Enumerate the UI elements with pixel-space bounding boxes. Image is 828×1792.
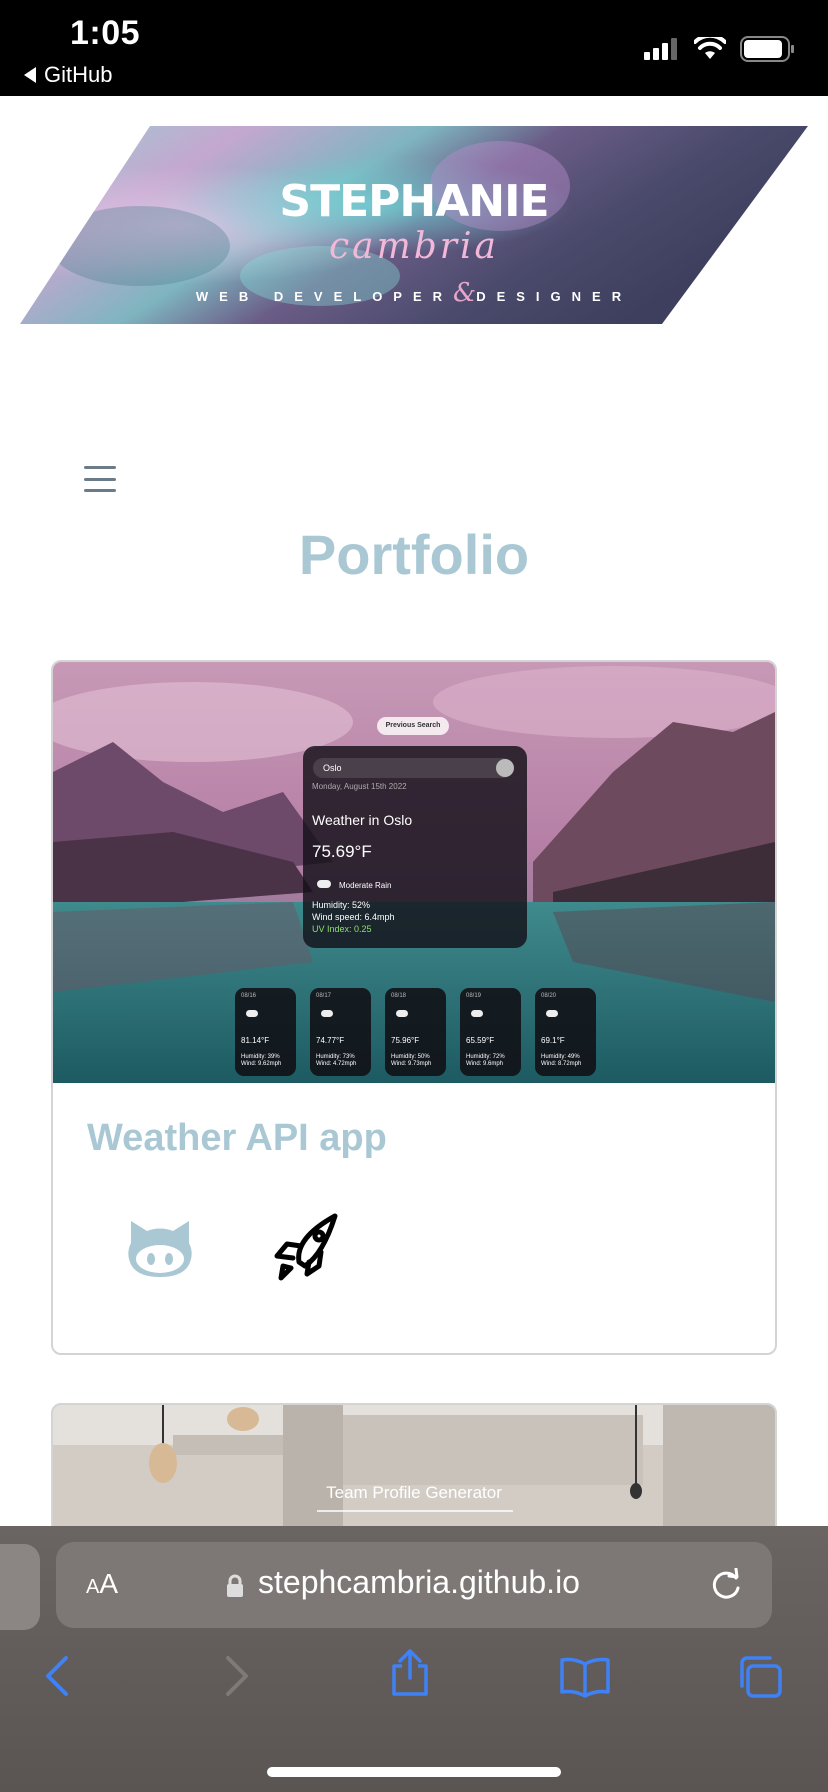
weather-city: Weather in Oslo xyxy=(312,812,413,828)
forecast-temp: 69.1°F xyxy=(541,1036,565,1045)
project-title: Weather API app xyxy=(87,1117,387,1159)
weather-date: Monday, August 15th 2022 xyxy=(312,782,407,791)
forecast-wind: Wind: 9.6mph xyxy=(466,1061,504,1067)
page-title: Portfolio xyxy=(298,523,530,586)
hamburger-menu-icon[interactable] xyxy=(84,466,116,492)
forward-chevron-icon[interactable] xyxy=(222,1654,252,1698)
forecast-wind: Wind: 9.62mph xyxy=(241,1061,282,1067)
weather-uv: UV Index: 0.25 xyxy=(312,924,372,934)
forecast-temp: 75.96°F xyxy=(391,1036,420,1045)
github-icon[interactable] xyxy=(125,1217,195,1281)
aa-small: A xyxy=(86,1576,100,1598)
forecast-date: 08/17 xyxy=(316,993,332,999)
home-indicator xyxy=(267,1767,561,1777)
role-part-1: WEB DEVELOPER xyxy=(195,289,454,304)
forecast-temp: 74.77°F xyxy=(316,1036,345,1045)
caption-underline xyxy=(317,1510,513,1512)
previous-tab-peek[interactable] xyxy=(0,1544,40,1630)
logo-surname: cambria xyxy=(329,226,499,267)
share-icon[interactable] xyxy=(388,1648,432,1698)
logo-role: WEB DEVELOPER&DESIGNER xyxy=(20,278,808,308)
reader-settings-button[interactable]: AA xyxy=(86,1568,118,1600)
aa-large: A xyxy=(99,1568,119,1599)
cloud-icon xyxy=(471,1010,483,1017)
forecast-card: 08/18 75.96°F Humidity: 50% Wind: 9.73mp… xyxy=(385,988,446,1076)
cloud-icon xyxy=(317,880,331,888)
logo-name: STEPHANIE xyxy=(279,176,549,227)
weather-search-field: Oslo xyxy=(313,758,513,778)
cloud-icon xyxy=(546,1010,558,1017)
url-text: stephcambria.github.io xyxy=(258,1564,580,1600)
forecast-temp: 65.59°F xyxy=(466,1036,495,1045)
forecast-date: 08/20 xyxy=(541,993,557,999)
project-preview-image[interactable]: Previous Search Oslo Monday, August 15th… xyxy=(53,662,775,1083)
address-bar[interactable]: AA stephcambria.github.io xyxy=(56,1542,772,1628)
project-card: Previous Search Oslo Monday, August 15th… xyxy=(51,660,777,1355)
role-ampersand: & xyxy=(453,278,477,308)
wifi-icon xyxy=(694,37,726,59)
forecast-temp: 81.14°F xyxy=(241,1036,270,1045)
status-icons xyxy=(644,36,796,62)
forecast-card: 08/20 69.1°F Humidity: 49% Wind: 8.72mph xyxy=(535,988,596,1076)
back-to-app-button[interactable]: GitHub xyxy=(24,62,112,88)
forecast-humidity: Humidity: 39% xyxy=(241,1054,280,1060)
forecast-date: 08/18 xyxy=(391,993,407,999)
weather-humidity: Humidity: 52% xyxy=(312,900,371,910)
forecast-wind: Wind: 8.72mph xyxy=(541,1061,582,1067)
project-preview-caption: Team Profile Generator xyxy=(326,1483,502,1502)
search-icon xyxy=(496,759,514,777)
back-chevron-icon[interactable] xyxy=(42,1654,72,1698)
signal-icon xyxy=(644,38,677,60)
weather-panel: Oslo Monday, August 15th 2022 Weather in… xyxy=(303,746,527,948)
reload-icon[interactable] xyxy=(709,1568,743,1602)
browser-toolbar: AA stephcambria.github.io xyxy=(0,1526,828,1792)
cloud-icon xyxy=(246,1010,258,1017)
forecast-wind: Wind: 9.73mph xyxy=(391,1061,432,1067)
role-part-2: DESIGNER xyxy=(476,289,633,304)
bookmarks-icon[interactable] xyxy=(558,1656,612,1698)
previous-search-button: Previous Search xyxy=(377,717,449,735)
banner-logo-text: STEPHANIE cambria WEB DEVELOPER&DESIGNER xyxy=(20,126,808,324)
battery-icon xyxy=(740,36,794,62)
forecast-date: 08/19 xyxy=(466,993,482,999)
forecast-humidity: Humidity: 73% xyxy=(316,1054,355,1060)
forecast-card: 08/17 74.77°F Humidity: 73% Wind: 4.72mp… xyxy=(310,988,371,1076)
status-time: 1:05 xyxy=(70,14,141,52)
site-banner-logo[interactable]: STEPHANIE cambria WEB DEVELOPER&DESIGNER xyxy=(20,126,808,324)
lock-icon xyxy=(227,1574,243,1597)
forecast-humidity: Humidity: 72% xyxy=(466,1054,505,1060)
cloud-icon xyxy=(396,1010,408,1017)
forecast-humidity: Humidity: 50% xyxy=(391,1054,430,1060)
forecast-wind: Wind: 4.72mph xyxy=(316,1061,357,1067)
forecast-humidity: Humidity: 49% xyxy=(541,1054,580,1060)
forecast-date: 08/16 xyxy=(241,993,257,999)
back-arrow-icon xyxy=(24,67,36,83)
weather-temp: 75.69°F xyxy=(312,842,372,861)
forecast-card: 08/16 81.14°F Humidity: 39% Wind: 9.62mp… xyxy=(235,988,296,1076)
weather-condition: Moderate Rain xyxy=(339,881,392,890)
weather-wind: Wind speed: 6.4mph xyxy=(312,912,395,922)
tabs-icon[interactable] xyxy=(736,1654,784,1700)
back-app-label: GitHub xyxy=(44,62,113,87)
status-bar: 1:05 GitHub xyxy=(0,0,828,96)
forecast-card: 08/19 65.59°F Humidity: 72% Wind: 9.6mph xyxy=(460,988,521,1076)
cloud-icon xyxy=(321,1010,333,1017)
rocket-icon[interactable] xyxy=(271,1210,343,1282)
